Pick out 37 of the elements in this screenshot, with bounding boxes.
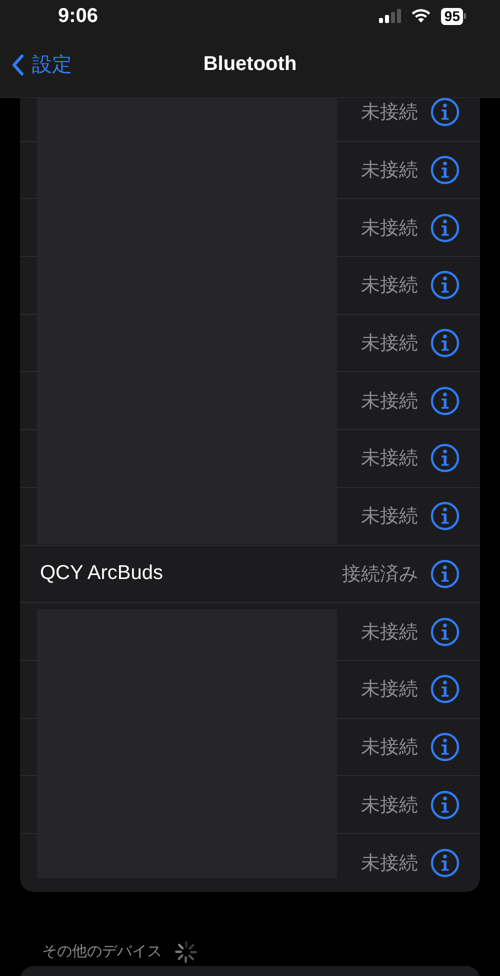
connection-status: 未接続 [361, 332, 418, 356]
info-icon[interactable] [430, 558, 460, 589]
section-header: その他のデバイス [42, 942, 162, 962]
connection-status: 未接続 [361, 447, 418, 472]
info-icon[interactable] [430, 97, 460, 128]
signal-icon [379, 9, 402, 23]
connection-status: 未接続 [361, 101, 418, 126]
wifi-icon [411, 9, 432, 23]
connection-status: 未接続 [361, 620, 418, 645]
connection-status: 未接続 [361, 852, 418, 876]
chevron-left-icon [12, 54, 24, 76]
page-title: Bluetooth [203, 53, 297, 76]
connection-status: 未接続 [361, 390, 418, 414]
info-icon[interactable] [430, 443, 460, 474]
info-icon[interactable] [430, 155, 460, 186]
info-icon[interactable] [430, 732, 460, 762]
clock: 9:06 [58, 4, 98, 28]
info-icon[interactable] [430, 212, 460, 243]
info-icon[interactable] [430, 616, 460, 647]
info-icon[interactable] [430, 328, 460, 358]
info-icon[interactable] [430, 270, 460, 300]
battery-level: 95 [441, 8, 463, 24]
device-name: QCY ArcBuds [40, 562, 164, 586]
connection-status: 未接続 [361, 678, 418, 702]
connection-status: 接続済み [342, 562, 418, 587]
info-icon[interactable] [430, 674, 460, 704]
connection-status: 未接続 [361, 216, 418, 241]
info-icon[interactable] [430, 501, 460, 532]
back-link[interactable]: 設定 [12, 51, 72, 78]
info-icon[interactable] [430, 848, 460, 878]
connection-status: 未接続 [361, 505, 418, 530]
info-icon[interactable] [430, 790, 460, 820]
connection-status: 未接続 [361, 794, 418, 818]
connection-status: 未接続 [361, 159, 418, 184]
connection-status: 未接続 [361, 736, 418, 760]
info-icon[interactable] [430, 386, 460, 416]
connection-status: 未接続 [361, 274, 418, 298]
